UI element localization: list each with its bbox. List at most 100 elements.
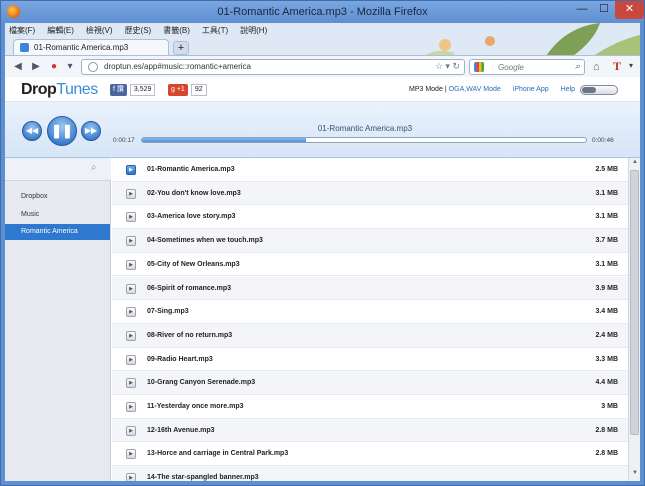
track-row[interactable]: ▶ 03-America love story.mp3 3.1 MB — [112, 205, 628, 230]
oga-wav-mode-link[interactable]: OGA,WAV Mode — [449, 86, 501, 93]
menu-file[interactable]: 檔案(F) — [9, 25, 35, 38]
play-track-icon[interactable]: ▶ — [126, 165, 136, 175]
droptunes-logo[interactable]: DropTunes — [21, 81, 98, 99]
menu-bookmarks[interactable]: 書籤(B) — [163, 25, 190, 38]
scroll-up-arrow-icon[interactable]: ▲ — [630, 159, 640, 169]
seek-bar[interactable] — [141, 137, 587, 143]
sidebar-item-music[interactable]: Music — [5, 207, 110, 223]
track-name[interactable]: 01-Romantic America.mp3 — [147, 166, 235, 173]
play-track-icon[interactable]: ▶ — [126, 425, 136, 436]
back-arrow-icon[interactable]: ◀ — [11, 60, 25, 74]
browser-window: 01-Romantic America.mp3 - Mozilla Firefo… — [0, 0, 645, 486]
search-icon[interactable]: ⌕ — [575, 61, 580, 72]
bookmark-star-icon[interactable]: ☆ ▾ ↻ — [435, 61, 460, 72]
toolbar-menu-icon[interactable]: ▾ — [629, 61, 633, 70]
track-row[interactable]: ▶ 05-City of New Orleans.mp3 3.1 MB — [112, 253, 628, 277]
menu-edit[interactable]: 編輯(E) — [47, 25, 74, 38]
menu-view[interactable]: 檢視(V) — [86, 25, 113, 38]
sidebar-search-input[interactable]: ⌕ — [5, 158, 111, 181]
track-row[interactable]: ▶ 04-Sometimes when we touch.mp3 3.7 MB — [112, 229, 628, 253]
scroll-down-arrow-icon[interactable]: ▼ — [630, 470, 640, 480]
track-size: 2.4 MB — [595, 331, 618, 339]
track-size: 3.7 MB — [595, 237, 618, 245]
track-name[interactable]: 02-You don't know love.mp3 — [147, 190, 241, 197]
maximize-button[interactable]: ☐ — [593, 1, 615, 19]
track-size: 3 MB — [601, 403, 618, 410]
track-row[interactable]: ▶ 02-You don't know love.mp3 3.1 MB — [112, 181, 628, 206]
search-engine-icon[interactable] — [474, 62, 484, 72]
mode-toggle[interactable] — [580, 85, 618, 95]
app-header: DropTunes f 讚 3,529 g +1 92 MP3 Mode | O… — [5, 77, 640, 102]
forward-arrow-icon[interactable]: ▶ — [29, 60, 43, 74]
track-name[interactable]: 07-Sing.mp3 — [147, 308, 189, 315]
help-link[interactable]: Help — [561, 86, 575, 93]
play-track-icon[interactable]: ▶ — [126, 354, 136, 365]
track-name[interactable]: 11-Yesterday once more.mp3 — [147, 403, 244, 410]
close-button[interactable]: ✕ — [615, 1, 644, 19]
track-name[interactable]: 04-Sometimes when we touch.mp3 — [147, 237, 263, 244]
facebook-like-widget: f 讚 3,529 — [110, 84, 156, 96]
facebook-like-button[interactable]: f 讚 — [110, 84, 127, 96]
track-name[interactable]: 05-City of New Orleans.mp3 — [147, 261, 240, 268]
track-row[interactable]: ▶ 08-River of no return.mp3 2.4 MB — [112, 323, 628, 348]
history-dropdown-icon[interactable]: ▾ — [63, 60, 77, 74]
browser-tab[interactable]: 01-Romantic America.mp3 — [13, 39, 169, 55]
track-name[interactable]: 08-River of no return.mp3 — [147, 332, 232, 339]
play-track-icon[interactable]: ▶ — [126, 212, 136, 223]
track-row[interactable]: ▶ 11-Yesterday once more.mp3 3 MB — [112, 395, 628, 419]
play-track-icon[interactable]: ▶ — [126, 283, 136, 294]
sidebar-item-romantic-america[interactable]: Romantic America — [5, 224, 110, 240]
menu-tools[interactable]: 工具(T) — [202, 25, 228, 38]
track-row[interactable]: ▶ 06-Spirit of romance.mp3 3.9 MB — [112, 276, 628, 301]
menu-help[interactable]: 說明(H) — [240, 25, 267, 38]
site-identity-icon[interactable] — [88, 62, 98, 72]
iphone-app-link[interactable]: iPhone App — [513, 86, 549, 93]
play-track-icon[interactable]: ▶ — [126, 378, 136, 389]
pause-button[interactable]: ❚❚ — [47, 116, 77, 146]
track-name[interactable]: 06-Spirit of romance.mp3 — [147, 285, 231, 292]
home-icon[interactable]: ⌂ — [593, 60, 607, 74]
search-placeholder: Google — [498, 63, 524, 72]
track-row[interactable]: ▶ 14-The star-spangled banner.mp3 — [112, 466, 628, 481]
track-name[interactable]: 03-America love story.mp3 — [147, 213, 236, 220]
window-title: 01-Romantic America.mp3 - Mozilla Firefo… — [217, 6, 428, 18]
previous-track-button[interactable]: ◀◀ — [22, 121, 42, 141]
browser-chrome: 檔案(F) 編輯(E) 檢視(V) 歷史(S) 書籤(B) 工具(T) 說明(H… — [5, 23, 640, 77]
track-row[interactable]: ▶ 07-Sing.mp3 3.4 MB — [112, 300, 628, 324]
play-track-icon[interactable]: ▶ — [126, 402, 136, 412]
play-track-icon[interactable]: ▶ — [126, 473, 136, 481]
scrollbar[interactable]: ▲ ▼ — [628, 158, 640, 481]
sidebar-item-dropbox[interactable]: Dropbox — [5, 189, 110, 205]
scroll-thumb[interactable] — [630, 170, 639, 435]
track-name[interactable]: 09-Radio Heart.mp3 — [147, 356, 213, 363]
menu-history[interactable]: 歷史(S) — [125, 25, 152, 38]
track-list: ▶ 01-Romantic America.mp3 2.5 MB ▶ 02-You do… — [112, 158, 628, 481]
new-tab-button[interactable]: + — [173, 41, 189, 55]
google-plus-button[interactable]: g +1 — [168, 84, 188, 96]
track-row[interactable]: ▶ 12-16th Avenue.mp3 2.8 MB — [112, 418, 628, 443]
addon-t-icon[interactable]: T — [613, 59, 621, 74]
search-bar[interactable]: Google ⌕ — [469, 59, 585, 75]
play-track-icon[interactable]: ▶ — [126, 330, 136, 341]
track-row[interactable]: ▶ 10-Grang Canyon Serenade.mp3 4.4 MB — [112, 371, 628, 395]
track-size: 3.4 MB — [595, 308, 618, 316]
track-row[interactable]: ▶ 13-Horce and carriage in Central Park.m… — [112, 442, 628, 467]
track-name[interactable]: 10-Grang Canyon Serenade.mp3 — [147, 379, 255, 386]
play-track-icon[interactable]: ▶ — [126, 307, 136, 318]
google-plus-widget: g +1 92 — [168, 84, 207, 96]
track-size: 3.1 MB — [595, 213, 618, 221]
track-size: 2.8 MB — [595, 426, 618, 434]
track-name[interactable]: 12-16th Avenue.mp3 — [147, 427, 215, 434]
address-bar[interactable]: droptun.es/app#music::romantic+america ☆… — [81, 59, 465, 75]
play-track-icon[interactable]: ▶ — [126, 449, 136, 460]
next-track-button[interactable]: ▶▶ — [81, 121, 101, 141]
track-name[interactable]: 13-Horce and carriage in Central Park.mp… — [147, 450, 288, 457]
play-track-icon[interactable]: ▶ — [126, 236, 136, 247]
minimize-button[interactable]: — — [571, 1, 593, 19]
play-track-icon[interactable]: ▶ — [126, 259, 136, 270]
track-row[interactable]: ▶ 01-Romantic America.mp3 2.5 MB — [112, 158, 628, 182]
track-name[interactable]: 14-The star-spangled banner.mp3 — [147, 474, 259, 481]
track-row[interactable]: ▶ 09-Radio Heart.mp3 3.3 MB — [112, 348, 628, 372]
play-track-icon[interactable]: ▶ — [126, 188, 136, 199]
stop-icon[interactable]: ● — [47, 60, 61, 74]
